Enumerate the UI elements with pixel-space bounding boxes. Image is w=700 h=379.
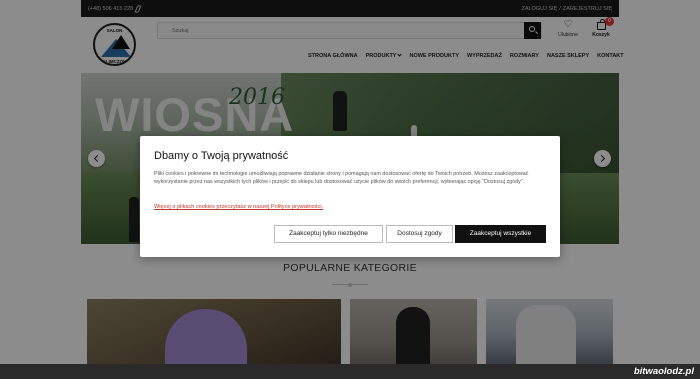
privacy-policy-link[interactable]: Więcej o plikach cookies przeczytasz w n… bbox=[154, 204, 323, 210]
modal-title: Dbamy o Twoją prywatność bbox=[154, 150, 289, 162]
watermark-strip bbox=[0, 364, 700, 379]
cookie-consent-modal: Dbamy o Twoją prywatność Pliki cookies i… bbox=[140, 136, 560, 257]
modal-body: Pliki cookies i pokrewne im technologie … bbox=[154, 171, 529, 186]
customize-consent-button[interactable]: Dostosuj zgody bbox=[386, 225, 453, 243]
accept-all-button[interactable]: Zaakceptuj wszystkie bbox=[455, 225, 546, 243]
watermark: bitwaolodz.pl bbox=[633, 366, 694, 377]
page: (+48) 506 415 228 ZALOGUJ SIĘ / ZAREJEST… bbox=[0, 0, 700, 379]
accept-necessary-button[interactable]: Zaakceptuj tylko niezbędne bbox=[274, 225, 383, 243]
